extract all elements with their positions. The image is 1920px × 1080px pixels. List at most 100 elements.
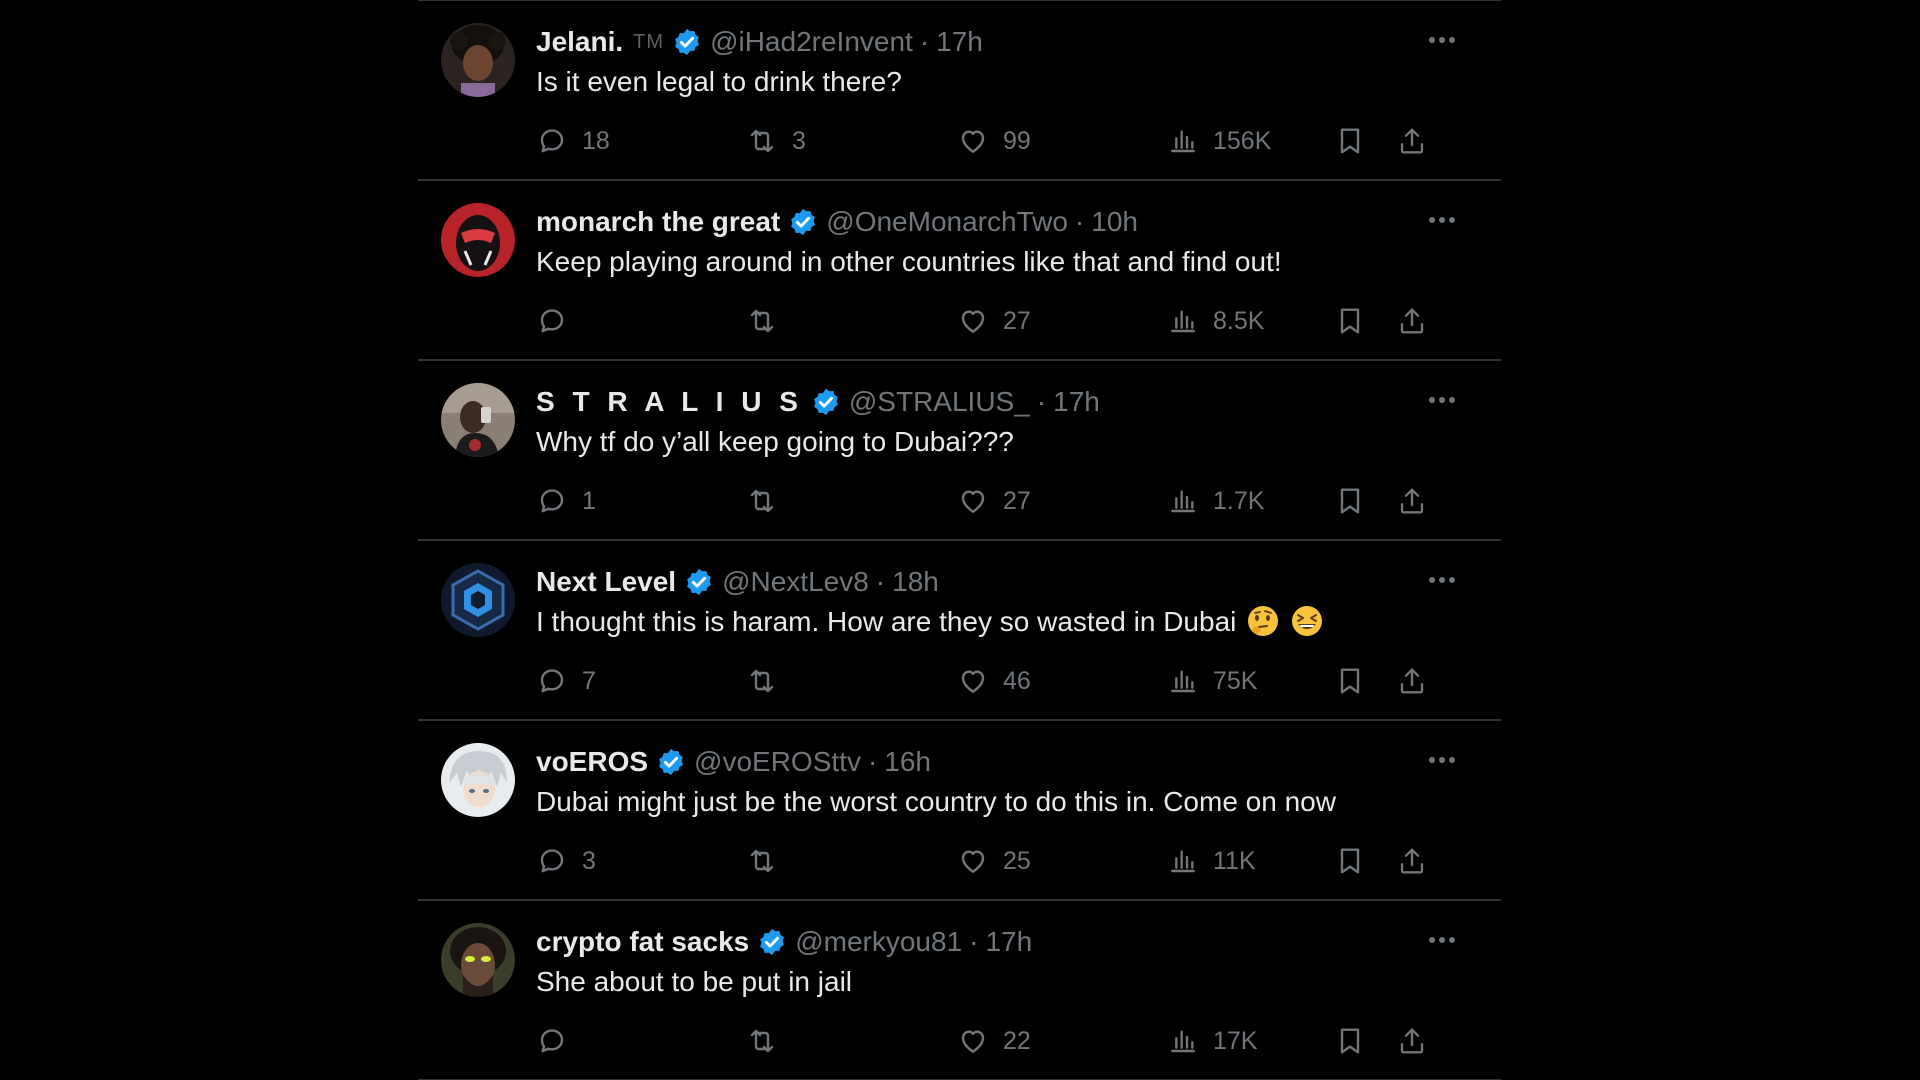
- user-handle[interactable]: @NextLev8: [722, 563, 869, 601]
- views-count: 8.5K: [1213, 306, 1265, 335]
- reply-button[interactable]: 7: [536, 661, 596, 701]
- like-button[interactable]: 22: [957, 1021, 1031, 1061]
- bookmark-icon: [1340, 848, 1360, 874]
- tweet-header: monarch the great @OneMonarchTwo · 10h: [536, 203, 1138, 241]
- reply-icon: [540, 309, 564, 333]
- like-button[interactable]: 25: [957, 841, 1031, 881]
- avatar-next-level[interactable]: [441, 563, 515, 637]
- tweet-text: Is it even legal to drink there?: [536, 66, 902, 97]
- avatar-monarch[interactable]: [441, 203, 515, 277]
- retweet-button[interactable]: 3: [746, 121, 806, 161]
- bookmark-button[interactable]: [1334, 1021, 1366, 1061]
- retweet-icon: [750, 489, 774, 513]
- avatar-stralius[interactable]: [441, 383, 515, 457]
- share-icon: [1400, 128, 1424, 154]
- views-button[interactable]: 156K: [1167, 121, 1271, 161]
- share-button[interactable]: [1396, 661, 1428, 701]
- retweet-count: 3: [792, 126, 806, 155]
- timestamp[interactable]: 17h: [985, 923, 1032, 961]
- retweet-button[interactable]: [746, 1021, 792, 1061]
- share-button[interactable]: [1396, 121, 1428, 161]
- user-handle[interactable]: @voEROSttv: [694, 743, 861, 781]
- reply-icon: [540, 489, 564, 513]
- share-icon: [1400, 668, 1424, 694]
- retweet-icon: [750, 1029, 774, 1053]
- tweet-reply[interactable]: S T R A L I U S @STRALIUS_ · 17h Why tf …: [418, 361, 1501, 541]
- display-name[interactable]: Jelani.: [536, 23, 623, 61]
- reply-button[interactable]: 3: [536, 841, 596, 881]
- avatar-voeros[interactable]: [441, 743, 515, 817]
- display-name[interactable]: S T R A L I U S: [536, 383, 803, 421]
- more-options-icon[interactable]: [1427, 753, 1457, 767]
- timestamp[interactable]: 10h: [1091, 203, 1138, 241]
- avatar-jelani[interactable]: [441, 23, 515, 97]
- display-name[interactable]: Next Level: [536, 563, 676, 601]
- avatar-crypto-fat-sacks[interactable]: [441, 923, 515, 997]
- more-options-icon[interactable]: [1427, 393, 1457, 407]
- display-name[interactable]: crypto fat sacks: [536, 923, 749, 961]
- retweet-button[interactable]: [746, 841, 792, 881]
- like-button[interactable]: 46: [957, 661, 1031, 701]
- bookmark-button[interactable]: [1334, 301, 1366, 341]
- more-options-icon[interactable]: [1427, 213, 1457, 227]
- tweet-reply[interactable]: crypto fat sacks @merkyou81 · 17h She ab…: [418, 901, 1501, 1080]
- bookmark-button[interactable]: [1334, 121, 1366, 161]
- like-button[interactable]: 27: [957, 481, 1031, 521]
- user-handle[interactable]: @OneMonarchTwo: [826, 203, 1068, 241]
- more-options-icon[interactable]: [1427, 573, 1457, 587]
- reply-icon: [540, 669, 564, 693]
- timestamp[interactable]: 18h: [892, 563, 939, 601]
- verified-badge-icon: [791, 208, 816, 236]
- share-button[interactable]: [1396, 1021, 1428, 1061]
- display-name[interactable]: voEROS: [536, 743, 648, 781]
- tweet-reply[interactable]: voEROS @voEROSttv · 16h Dubai might just…: [418, 721, 1501, 901]
- display-name[interactable]: monarch the great: [536, 203, 780, 241]
- tweet-reply[interactable]: Jelani. TM @iHad2reInvent · 17h Is it ev…: [418, 1, 1501, 181]
- bookmark-button[interactable]: [1334, 481, 1366, 521]
- verified-badge-icon: [760, 928, 785, 956]
- like-count: 25: [1003, 846, 1031, 875]
- reply-count: 7: [582, 666, 596, 695]
- heart-icon: [961, 310, 985, 333]
- share-icon: [1400, 308, 1424, 334]
- verified-badge-icon: [675, 28, 699, 56]
- tweet-text: She about to be put in jail: [536, 966, 853, 997]
- bookmark-button[interactable]: [1334, 661, 1366, 701]
- timestamp[interactable]: 17h: [936, 23, 983, 61]
- bookmark-button[interactable]: [1334, 841, 1366, 881]
- retweet-button[interactable]: [746, 661, 792, 701]
- views-button[interactable]: 75K: [1167, 661, 1257, 701]
- more-options-icon[interactable]: [1427, 933, 1457, 947]
- like-button[interactable]: 27: [957, 301, 1031, 341]
- reply-button[interactable]: [536, 301, 582, 341]
- reply-button[interactable]: [536, 1021, 582, 1061]
- views-button[interactable]: 1.7K: [1167, 481, 1264, 521]
- views-button[interactable]: 11K: [1167, 841, 1256, 881]
- share-button[interactable]: [1396, 841, 1428, 881]
- like-count: 27: [1003, 306, 1031, 335]
- tweet-reply[interactable]: monarch the great @OneMonarchTwo · 10h K…: [418, 181, 1501, 361]
- separator-dot: ·: [875, 566, 886, 597]
- timestamp[interactable]: 17h: [1053, 383, 1100, 421]
- retweet-button[interactable]: [746, 481, 792, 521]
- like-button[interactable]: 99: [957, 121, 1031, 161]
- timestamp[interactable]: 16h: [884, 743, 931, 781]
- tweet-reply[interactable]: Next Level @NextLev8 · 18h I thought thi…: [418, 541, 1501, 721]
- action-bar: 7 46 75K: [536, 661, 1456, 701]
- views-button[interactable]: 17K: [1167, 1021, 1257, 1061]
- user-handle[interactable]: @merkyou81: [795, 923, 962, 961]
- more-options-icon[interactable]: [1427, 33, 1457, 47]
- reply-button[interactable]: 18: [536, 121, 610, 161]
- share-button[interactable]: [1396, 481, 1428, 521]
- views-count: 17K: [1213, 1026, 1258, 1055]
- retweet-button[interactable]: [746, 301, 792, 341]
- user-handle[interactable]: @iHad2reInvent: [710, 23, 913, 61]
- share-button[interactable]: [1396, 301, 1428, 341]
- verified-badge-icon: [687, 568, 711, 596]
- views-button[interactable]: 8.5K: [1167, 301, 1264, 341]
- user-handle[interactable]: @STRALIUS_: [849, 383, 1030, 421]
- action-bar: 3 25 11K: [536, 841, 1456, 881]
- views-chart-icon: [1171, 670, 1195, 693]
- views-chart-icon: [1171, 850, 1195, 873]
- reply-button[interactable]: 1: [536, 481, 596, 521]
